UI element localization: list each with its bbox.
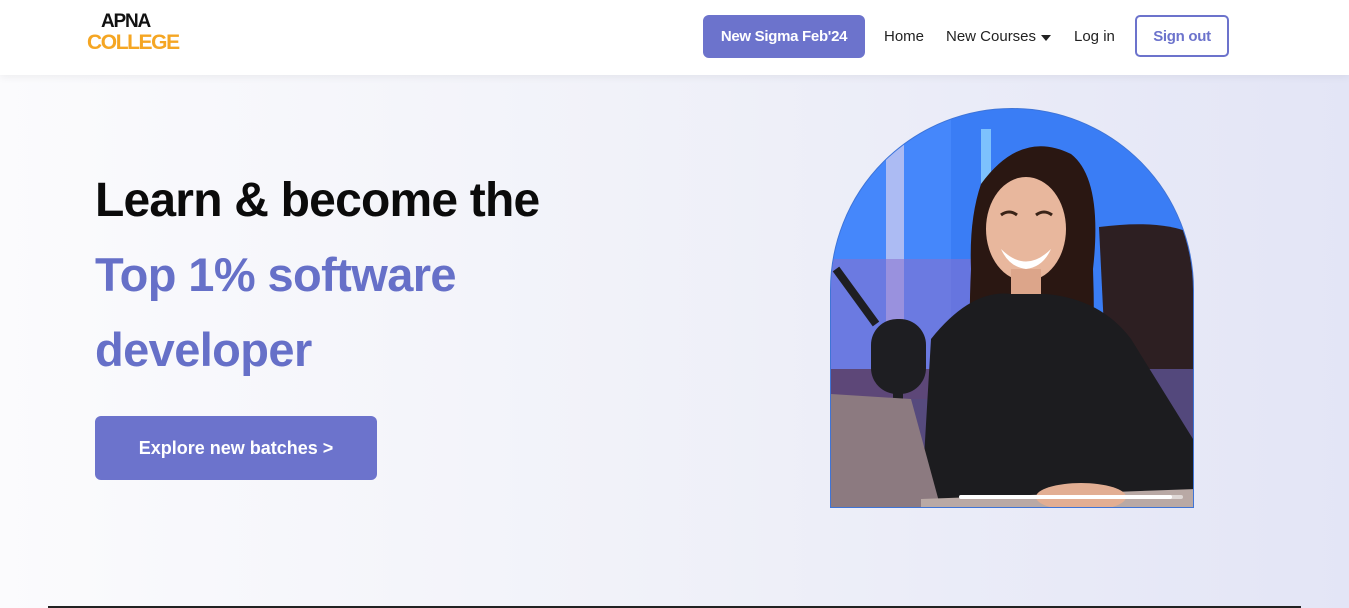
new-sigma-button[interactable]: New Sigma Feb'24 <box>703 15 865 58</box>
apna-college-logo[interactable]: APNA COLLEGE <box>87 12 187 56</box>
nav-new-courses-dropdown[interactable]: New Courses <box>946 27 1052 47</box>
hero-heading-line-1: Learn & become the <box>95 174 540 227</box>
hero-heading-line-3: developer <box>95 323 312 376</box>
instructor-illustration <box>831 109 1193 507</box>
explore-batches-button[interactable]: Explore new batches > <box>95 416 377 480</box>
hero-instructor-video[interactable] <box>830 108 1194 508</box>
hero-heading-line-2: Top 1% software <box>95 248 457 301</box>
logo-text-top: APNA <box>101 11 151 32</box>
logo-text-bottom: COLLEGE <box>87 31 180 54</box>
site-header: APNA COLLEGE New Sigma Feb'24 Home New C… <box>0 0 1349 75</box>
video-progress-fill <box>959 495 1172 499</box>
caret-down-icon <box>1041 35 1052 41</box>
nav-new-courses-label: New Courses <box>946 28 1037 45</box>
nav-login-link[interactable]: Log in <box>1074 27 1115 47</box>
video-progress-bar[interactable] <box>959 495 1183 499</box>
nav-home-link[interactable]: Home <box>884 27 924 47</box>
hero-section: Learn & become the Top 1% software devel… <box>0 75 1349 608</box>
sign-out-button[interactable]: Sign out <box>1135 15 1229 57</box>
